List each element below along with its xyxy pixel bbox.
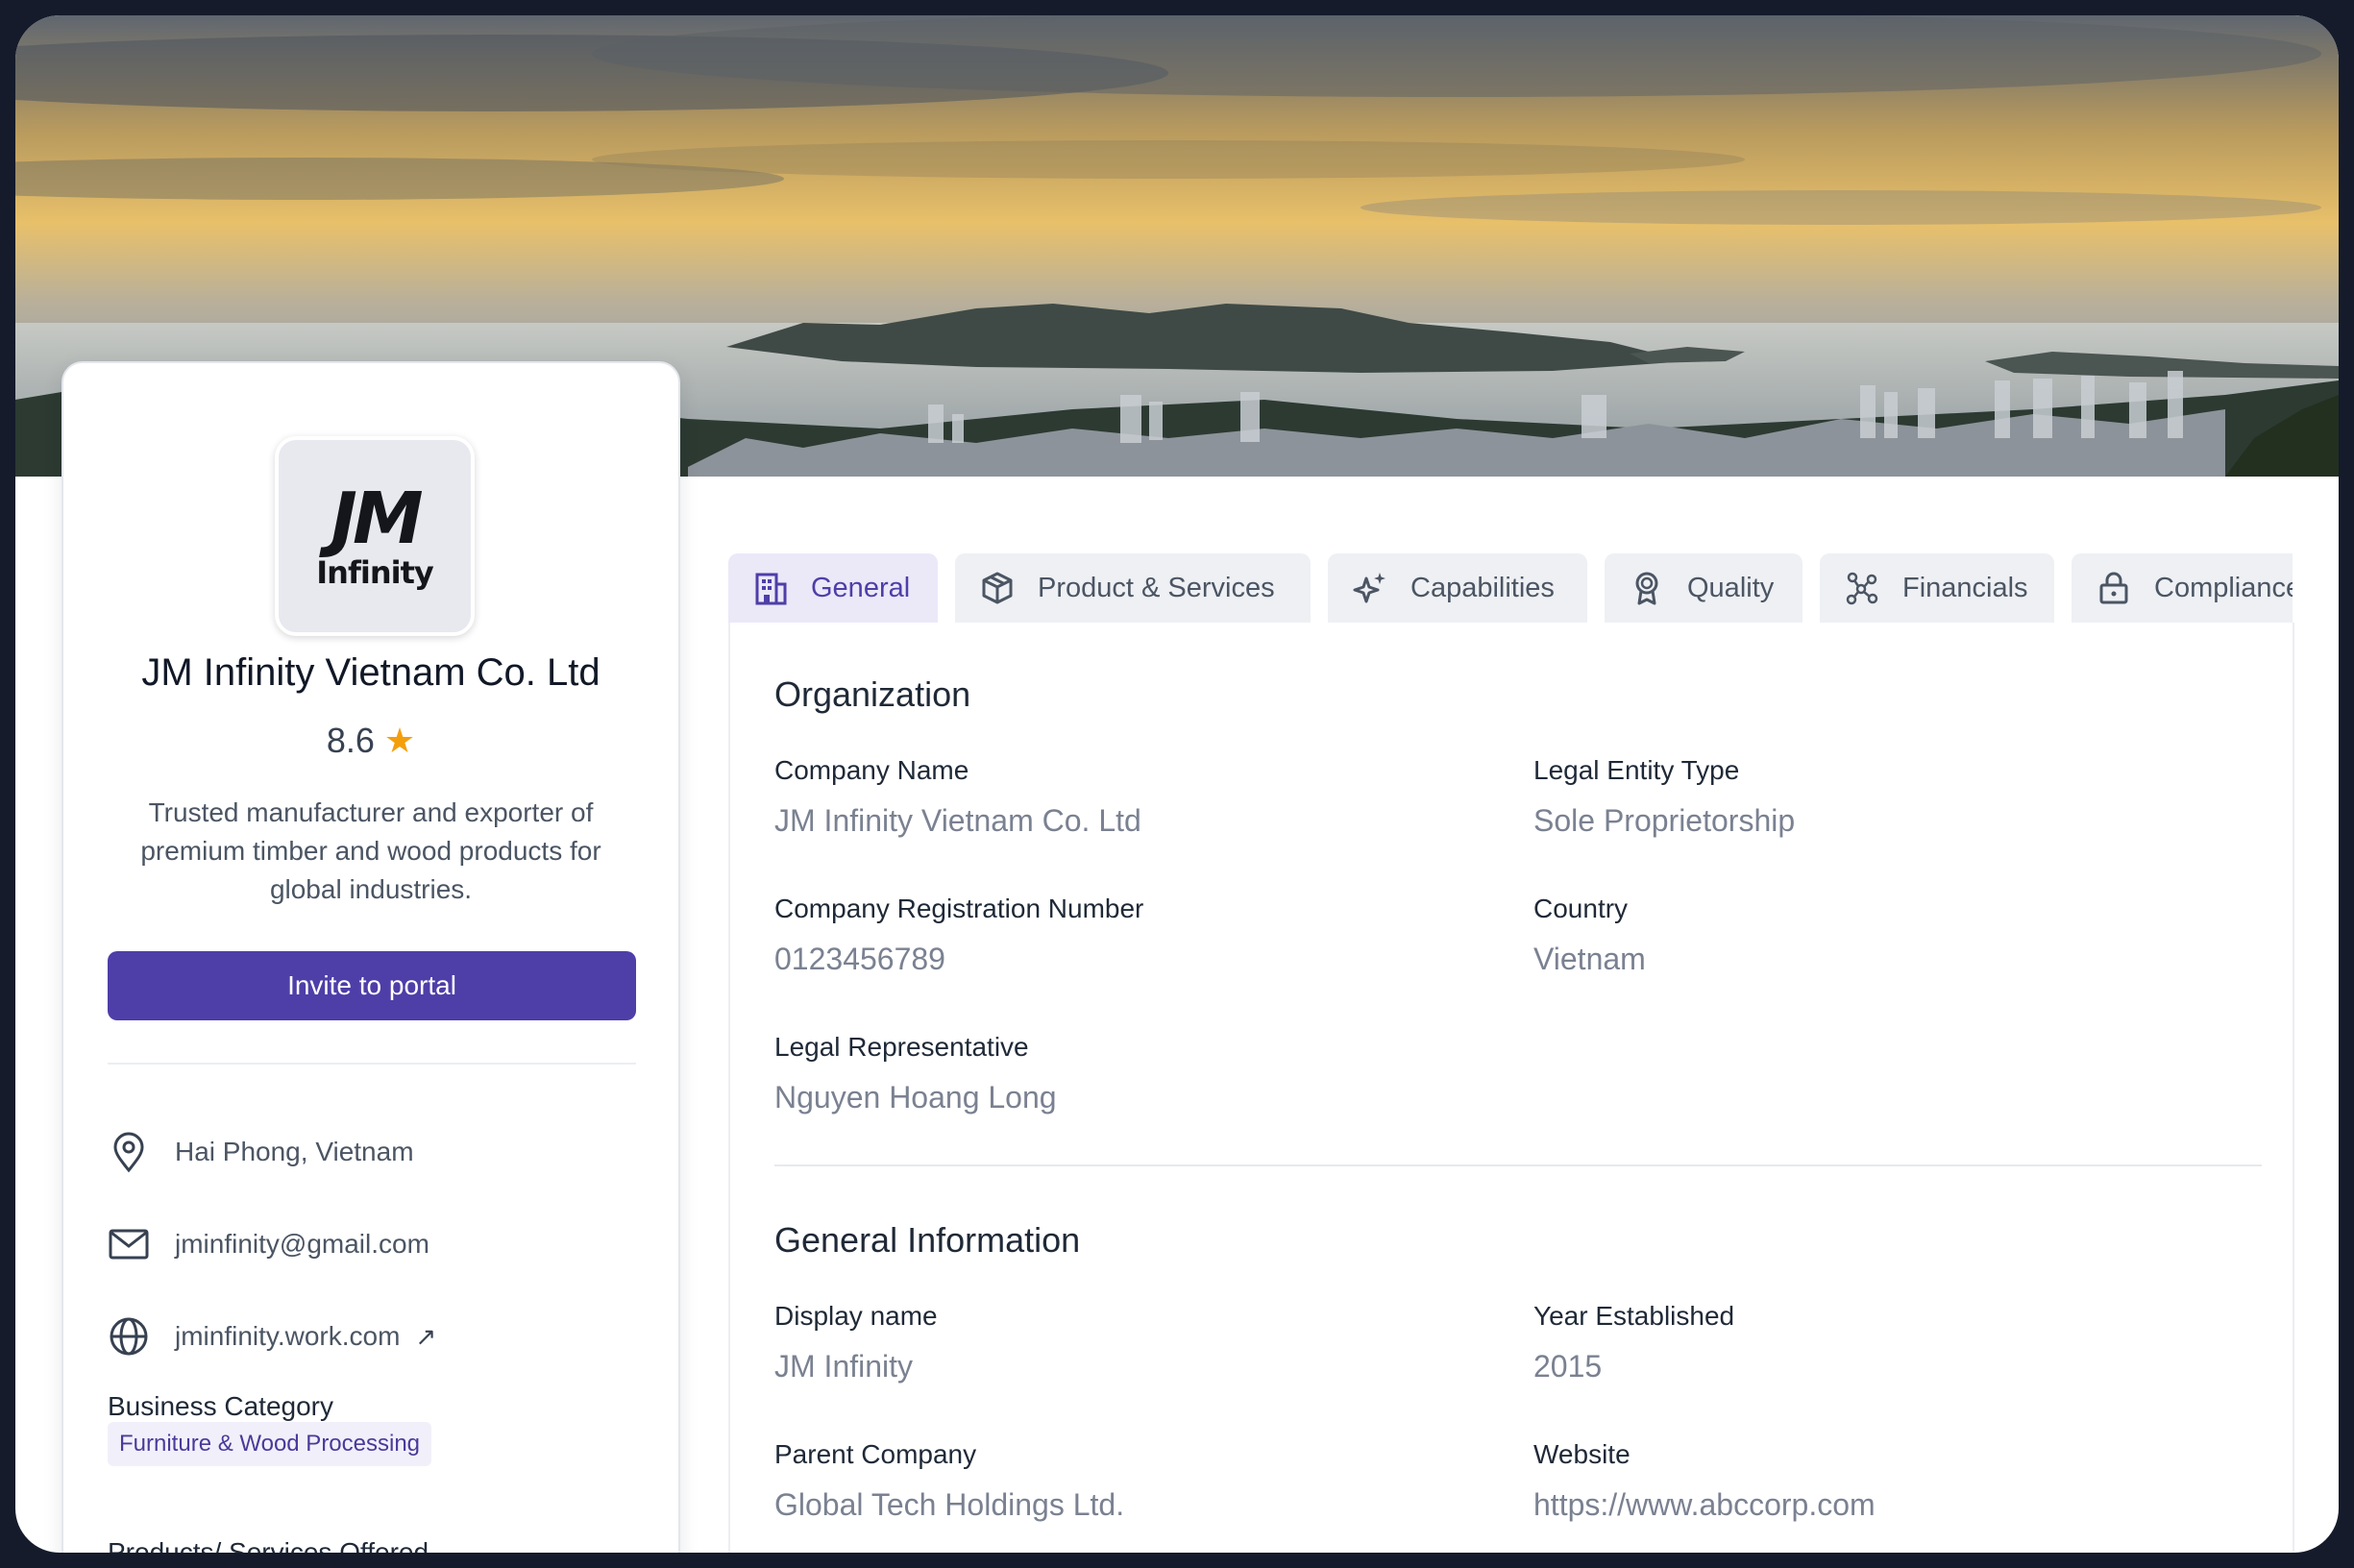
contact-location: Hai Phong, Vietnam <box>108 1128 646 1176</box>
profile-tabs: General Product & Services Capabilities … <box>728 553 2293 623</box>
rating: 8.6 ★ <box>63 721 678 761</box>
profile-card: JM Infinity JM Infinity Vietnam Co. Ltd … <box>61 361 680 1553</box>
general-information-heading: General Information <box>774 1220 1081 1260</box>
country-label: Country <box>1533 894 1629 923</box>
organization-heading: Organization <box>774 674 971 714</box>
tab-label: General <box>811 572 911 603</box>
map-pin-icon <box>108 1131 150 1173</box>
website-link[interactable]: jminfinity.work.com <box>175 1321 400 1352</box>
legal-entity-value: Sole Proprietorship <box>1533 803 1796 838</box>
parent-company-value: Global Tech Holdings Ltd. <box>774 1487 1125 1522</box>
tab-label: Capabilities <box>1410 572 1555 603</box>
business-category-chip: Furniture & Wood Processing <box>108 1422 432 1466</box>
section-divider <box>774 1164 2262 1166</box>
rating-value: 8.6 <box>326 721 375 760</box>
globe-icon <box>108 1315 150 1358</box>
company-name-label: Company Name <box>774 755 969 785</box>
invite-to-portal-button[interactable]: Invite to portal <box>108 951 636 1020</box>
network-icon <box>1845 571 1879 605</box>
contact-website[interactable]: jminfinity.work.com ↗ <box>108 1312 646 1360</box>
mail-icon <box>108 1223 150 1265</box>
email-link[interactable]: jminfinity@gmail.com <box>175 1229 429 1260</box>
tab-label: Compliance <box>2154 572 2293 603</box>
display-name-label: Display name <box>774 1301 938 1331</box>
tab-quality[interactable]: Quality <box>1605 553 1802 623</box>
business-category-label: Business Category <box>108 1391 334 1421</box>
company-name-value: JM Infinity Vietnam Co. Ltd <box>774 803 1141 838</box>
year-established-value: 2015 <box>1533 1349 1603 1384</box>
tab-label: Product & Services <box>1038 572 1275 603</box>
lock-icon <box>2097 571 2131 605</box>
legal-representative-value: Nguyen Hoang Long <box>774 1080 1057 1115</box>
year-established-label: Year Established <box>1533 1301 1735 1331</box>
tab-compliance[interactable]: Compliance <box>2072 553 2293 623</box>
tab-financials[interactable]: Financials <box>1820 553 2054 623</box>
products-services-label: Products/ Services Offered <box>108 1537 429 1553</box>
sparkles-icon <box>1353 571 1387 605</box>
external-link-icon[interactable]: ↗ <box>415 1322 436 1352</box>
company-tagline: Trusted manufacturer and exporter of pre… <box>140 797 601 904</box>
tab-label: Quality <box>1687 572 1775 603</box>
location-text: Hai Phong, Vietnam <box>175 1137 414 1166</box>
building-icon <box>753 571 788 605</box>
tab-general[interactable]: General <box>728 553 938 623</box>
legal-entity-label: Legal Entity Type <box>1533 755 1740 785</box>
website-value[interactable]: https://www.abccorp.com <box>1533 1487 1876 1523</box>
divider <box>108 1063 636 1065</box>
tab-product-services[interactable]: Product & Services <box>955 553 1311 623</box>
registration-number-label: Company Registration Number <box>774 894 1144 923</box>
star-icon: ★ <box>383 721 416 760</box>
logo-mark: JM <box>331 478 423 560</box>
parent-company-label: Parent Company <box>774 1439 977 1469</box>
company-logo: JM Infinity <box>275 436 475 636</box>
logo-subtext: Infinity <box>316 554 433 591</box>
registration-number-value: 0123456789 <box>774 942 945 976</box>
company-name-heading: JM Infinity Vietnam Co. Ltd <box>141 651 601 694</box>
tab-label: Financials <box>1902 572 2028 603</box>
app-frame: JM Infinity JM Infinity Vietnam Co. Ltd … <box>15 15 2339 1553</box>
country-value: Vietnam <box>1533 942 1646 976</box>
tab-capabilities[interactable]: Capabilities <box>1328 553 1587 623</box>
display-name-value: JM Infinity <box>774 1349 914 1384</box>
box-icon <box>980 571 1015 605</box>
legal-representative-label: Legal Representative <box>774 1032 1029 1062</box>
award-icon <box>1630 571 1664 605</box>
contact-email[interactable]: jminfinity@gmail.com <box>108 1220 646 1268</box>
website-label: Website <box>1533 1439 1631 1469</box>
